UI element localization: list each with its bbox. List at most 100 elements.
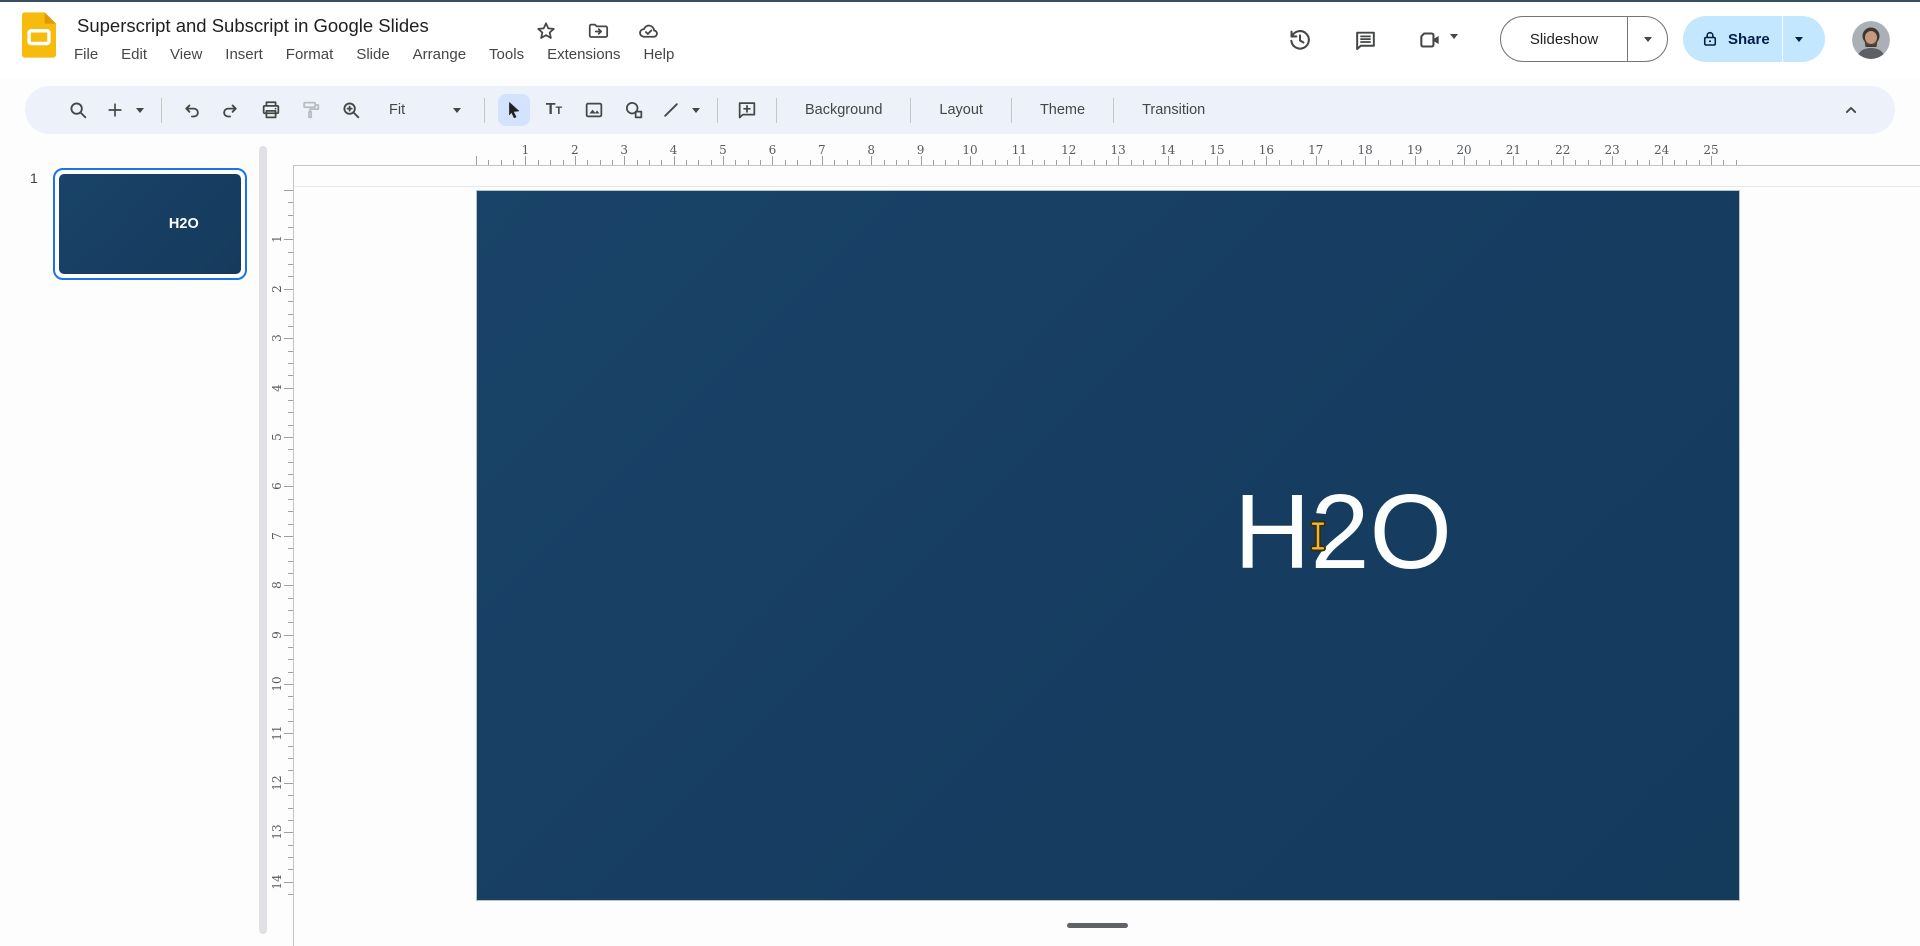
notes-resize-handle[interactable] [1067, 923, 1128, 928]
print-icon[interactable] [255, 94, 287, 126]
toolbar-divider [776, 98, 777, 123]
v-ruler-number: 10 [270, 676, 284, 691]
v-ruler-number: 8 [270, 581, 284, 589]
h-ruler-number: 9 [917, 143, 925, 157]
zoom-icon[interactable] [335, 94, 367, 126]
text-box-icon[interactable]: TT [538, 94, 570, 126]
star-icon[interactable] [534, 19, 558, 43]
menu-help[interactable]: Help [643, 46, 674, 63]
h-ruler-number: 2 [571, 143, 579, 157]
menu-format[interactable]: Format [286, 46, 334, 63]
menu-insert[interactable]: Insert [225, 46, 263, 63]
document-title[interactable]: Superscript and Subscript in Google Slid… [77, 15, 429, 37]
v-ruler-number: 4 [270, 384, 284, 392]
h-ruler-number: 23 [1605, 143, 1620, 157]
toolbar-divider [717, 98, 718, 123]
v-ruler-number: 7 [270, 532, 284, 540]
menu-file[interactable]: File [74, 46, 98, 63]
zoom-value: Fit [389, 102, 453, 118]
v-ruler-number: 11 [270, 726, 284, 741]
redo-icon[interactable] [215, 94, 247, 126]
slide-thumbnail[interactable]: H2O [53, 168, 247, 280]
version-history-icon[interactable] [1286, 26, 1314, 54]
layout-button[interactable]: Layout [924, 92, 998, 128]
h-ruler-number: 16 [1259, 143, 1274, 157]
slides-logo[interactable] [22, 12, 56, 58]
h-ruler-number: 3 [620, 143, 628, 157]
h-ruler-number: 13 [1111, 143, 1126, 157]
slide-thumbnail-canvas: H2O [59, 174, 241, 274]
text-ibeam-cursor [1306, 520, 1330, 552]
avatar[interactable] [1852, 21, 1890, 59]
background-button[interactable]: Background [790, 92, 897, 128]
v-ruler-number: 13 [270, 825, 284, 840]
canvas-border [294, 186, 1920, 187]
v-ruler-number: 6 [270, 483, 284, 491]
v-ruler-number: 14 [270, 874, 284, 889]
h-ruler-number: 6 [769, 143, 777, 157]
paint-format-icon[interactable] [295, 94, 327, 126]
select-cursor-icon[interactable] [498, 94, 530, 126]
share-label: Share [1728, 31, 1770, 48]
share-button[interactable]: Share [1683, 16, 1825, 62]
insert-line-icon[interactable] [658, 94, 684, 126]
hide-menus-icon[interactable] [1835, 94, 1867, 126]
h-ruler-number: 21 [1506, 143, 1521, 157]
filmstrip-scrollbar[interactable] [259, 146, 267, 934]
h-ruler-number: 1 [522, 143, 530, 157]
slide-number: 1 [30, 170, 38, 186]
menu-extensions[interactable]: Extensions [547, 46, 620, 63]
h-ruler-number: 5 [719, 143, 727, 157]
insert-shape-icon[interactable] [618, 94, 650, 126]
menu-edit[interactable]: Edit [121, 46, 147, 63]
h-ruler-number: 24 [1654, 143, 1669, 157]
insert-comment-icon[interactable] [731, 94, 763, 126]
menu-bar: File Edit View Insert Format Slide Arrange Tool… [74, 46, 674, 63]
h-ruler-number: 17 [1308, 143, 1323, 157]
undo-icon[interactable] [175, 94, 207, 126]
vertical-ruler [293, 165, 294, 946]
h-ruler-number: 20 [1456, 143, 1471, 157]
header: Superscript and Subscript in Google Slid… [0, 2, 1920, 78]
slideshow-dropdown-icon[interactable] [1627, 17, 1667, 61]
h-ruler-number: 14 [1160, 143, 1175, 157]
theme-button[interactable]: Theme [1025, 92, 1100, 128]
menu-tools[interactable]: Tools [489, 46, 524, 63]
h-ruler-number: 18 [1358, 143, 1373, 157]
menu-slide[interactable]: Slide [356, 46, 389, 63]
new-slide-plus-icon[interactable] [102, 94, 128, 126]
meet-camera-icon[interactable] [1416, 26, 1444, 54]
h-ruler-number: 22 [1555, 143, 1570, 157]
h-ruler-number: 10 [962, 143, 977, 157]
app-window: Superscript and Subscript in Google Slid… [0, 0, 1920, 946]
toolbar-divider [1011, 98, 1012, 123]
search-icon[interactable] [62, 94, 94, 126]
v-ruler-number: 12 [270, 775, 284, 790]
share-dropdown-icon[interactable] [1782, 16, 1816, 62]
h-ruler-number: 11 [1012, 143, 1027, 157]
h-ruler-number: 7 [818, 143, 826, 157]
menu-arrange[interactable]: Arrange [413, 46, 466, 63]
comments-icon[interactable] [1351, 26, 1379, 54]
v-ruler-number: 2 [270, 285, 284, 293]
slide-text[interactable]: H2O [1234, 479, 1452, 585]
zoom-select[interactable]: Fit [375, 94, 471, 126]
move-folder-icon[interactable] [586, 19, 610, 43]
slideshow-label: Slideshow [1501, 31, 1627, 48]
insert-line-dropdown-icon[interactable] [688, 108, 704, 113]
slide-canvas[interactable]: H2O [476, 190, 1740, 901]
slideshow-button[interactable]: Slideshow [1500, 16, 1668, 62]
menu-view[interactable]: View [170, 46, 202, 63]
h-ruler-number: 12 [1061, 143, 1076, 157]
h-ruler-number: 19 [1407, 143, 1422, 157]
new-slide-dropdown-icon[interactable] [132, 108, 148, 113]
transition-button[interactable]: Transition [1127, 92, 1220, 128]
cloud-saved-icon[interactable] [636, 19, 660, 43]
h-ruler-number: 4 [670, 143, 678, 157]
toolbar-divider [1113, 98, 1114, 123]
meet-dropdown-icon[interactable] [1450, 34, 1458, 39]
h-ruler-number: 8 [867, 143, 875, 157]
v-ruler-number: 5 [270, 433, 284, 441]
insert-image-icon[interactable] [578, 94, 610, 126]
zoom-dropdown-icon [453, 108, 461, 113]
